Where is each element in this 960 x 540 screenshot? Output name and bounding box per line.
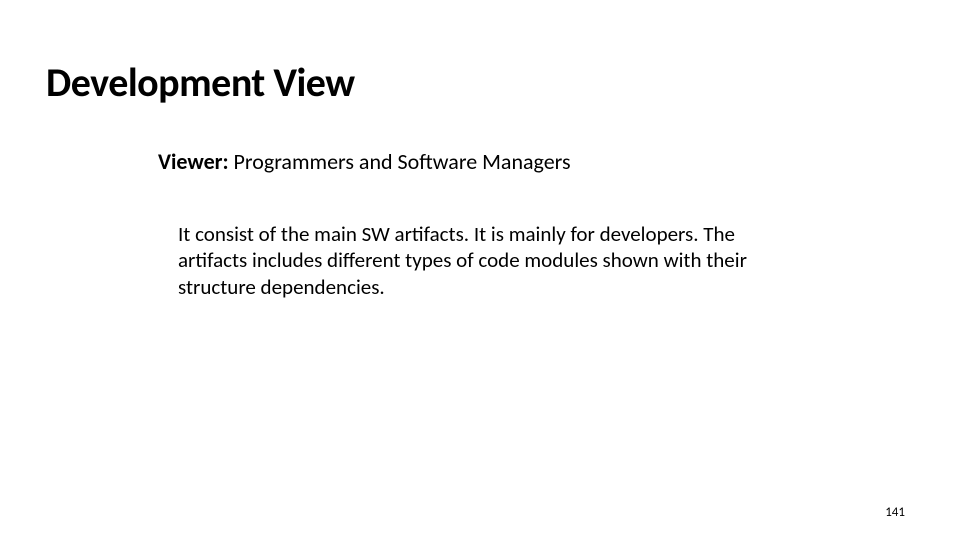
viewer-text: Programmers and Software Managers [229,148,571,175]
body-text: It consist of the main SW artifacts. It … [178,221,803,300]
viewer-line: Viewer: Programmers and Software Manager… [158,148,571,175]
viewer-label: Viewer: [158,148,229,175]
page-number: 141 [885,505,905,520]
slide: Development View Viewer: Programmers and… [0,0,960,540]
slide-title: Development View [46,58,355,107]
